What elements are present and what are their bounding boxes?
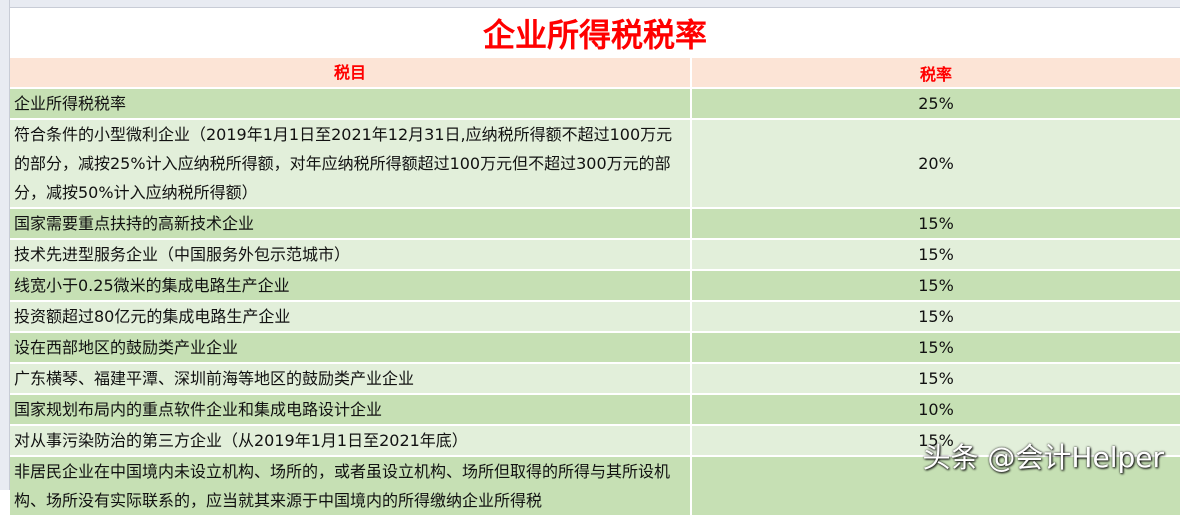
item-cell[interactable]: 设在西部地区的鼓励类产业企业 [10,333,692,362]
column-header-bar[interactable] [0,0,1180,8]
row-header-bar[interactable] [0,0,10,490]
rate-cell[interactable]: 10% [692,395,1180,424]
table-row: 符合条件的小型微利企业（2019年1月1日至2021年12月31日,应纳税所得额… [10,120,1180,209]
item-cell[interactable]: 投资额超过80亿元的集成电路生产企业 [10,302,692,331]
table-row: 线宽小于0.25微米的集成电路生产企业 15% [10,271,1180,302]
item-cell[interactable]: 线宽小于0.25微米的集成电路生产企业 [10,271,692,300]
item-cell[interactable]: 广东横琴、福建平潭、深圳前海等地区的鼓励类产业企业 [10,364,692,393]
item-cell[interactable]: 企业所得税税率 [10,89,692,118]
rate-cell[interactable]: 15% [692,364,1180,393]
table-row: 国家需要重点扶持的高新技术企业 15% [10,209,1180,240]
table-row: 设在西部地区的鼓励类产业企业 15% [10,333,1180,364]
rate-cell[interactable]: 15% [692,302,1180,331]
item-cell[interactable]: 技术先进型服务企业（中国服务外包示范城市） [10,240,692,269]
table-row: 技术先进型服务企业（中国服务外包示范城市） 15% [10,240,1180,271]
rate-cell[interactable]: 20% [692,120,1180,207]
rate-cell[interactable]: 15% [692,333,1180,362]
header-row: 税目 税率 [10,58,1180,89]
item-cell[interactable]: 对从事污染防治的第三方企业（从2019年1月1日至2021年底） [10,426,692,455]
table-row: 投资额超过80亿元的集成电路生产企业 15% [10,302,1180,333]
item-cell[interactable]: 非居民企业在中国境内未设立机构、场所的，或者虽设立机构、场所但取得的所得与其所设… [10,457,692,515]
rate-cell[interactable]: 25% [692,89,1180,118]
item-cell[interactable]: 国家规划布局内的重点软件企业和集成电路设计企业 [10,395,692,424]
watermark: 头条 @会计Helper [922,441,1164,474]
table-row: 国家规划布局内的重点软件企业和集成电路设计企业 10% [10,395,1180,426]
rate-cell[interactable]: 15% [692,240,1180,269]
item-cell[interactable]: 国家需要重点扶持的高新技术企业 [10,209,692,238]
rate-cell[interactable]: 15% [692,209,1180,238]
item-cell[interactable]: 符合条件的小型微利企业（2019年1月1日至2021年12月31日,应纳税所得额… [10,120,692,207]
table-row: 企业所得税税率 25% [10,89,1180,120]
sheet-title[interactable]: 企业所得税税率 [10,8,1180,58]
table-row: 广东横琴、福建平潭、深圳前海等地区的鼓励类产业企业 15% [10,364,1180,395]
header-item[interactable]: 税目 [10,58,692,87]
header-rate[interactable]: 税率 [692,58,1180,87]
rate-cell[interactable]: 15% [692,271,1180,300]
